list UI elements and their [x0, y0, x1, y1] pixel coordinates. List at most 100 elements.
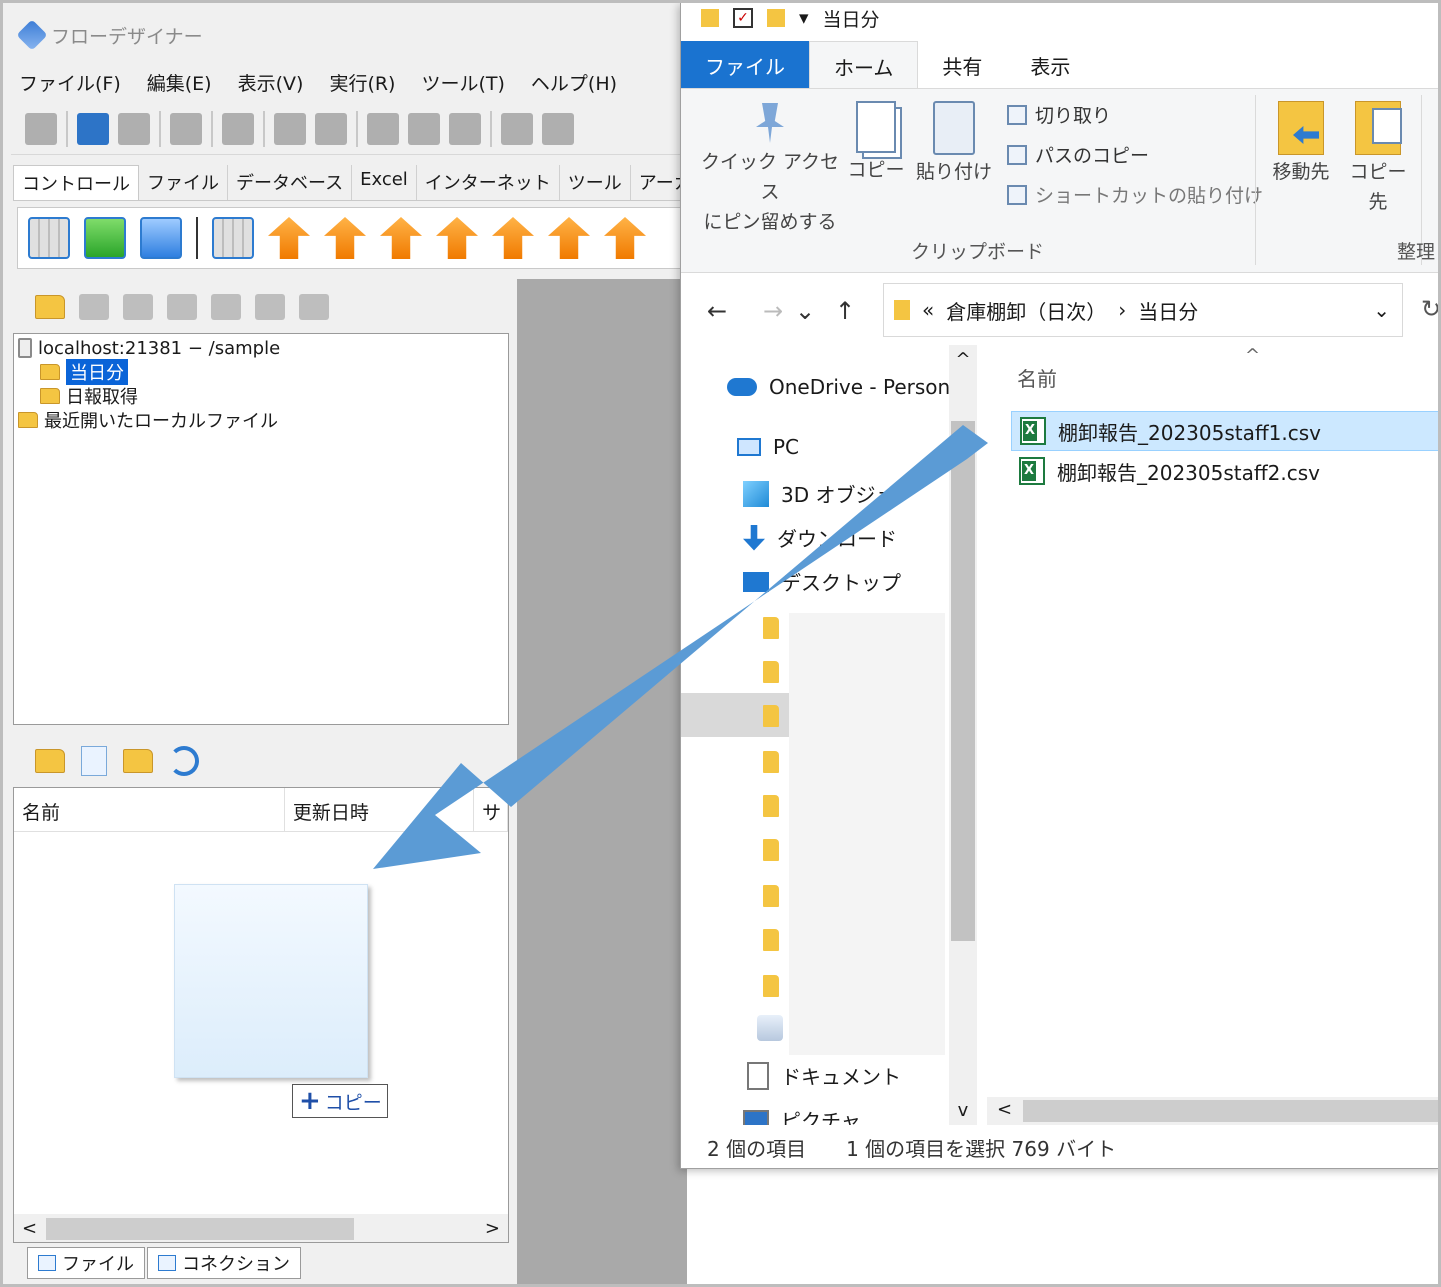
breadcrumb-current[interactable]: 当日分	[1138, 296, 1198, 325]
nav-onedrive[interactable]: OneDrive - Persona	[727, 375, 953, 399]
folder-icon[interactable]	[763, 617, 779, 639]
compile-all-icon[interactable]	[255, 294, 285, 320]
tab-home[interactable]: ホーム	[809, 41, 919, 88]
tree-row-daily[interactable]: 日報取得	[18, 384, 504, 408]
drive-icon[interactable]	[757, 1015, 783, 1041]
column-name[interactable]: 名前	[14, 788, 285, 831]
new-project-icon[interactable]	[79, 294, 109, 320]
folder-icon[interactable]	[763, 795, 779, 817]
redo-icon[interactable]	[315, 112, 347, 145]
scroll-right-icon[interactable]: >	[485, 1218, 500, 1239]
refresh-button[interactable]: ↻	[1421, 295, 1438, 323]
tree-icon[interactable]	[211, 294, 241, 320]
save-all-icon[interactable]	[118, 112, 150, 145]
menu-tools[interactable]: ツール(T)	[419, 67, 506, 98]
tab-file[interactable]: ファイル	[139, 165, 228, 200]
folder-icon[interactable]	[763, 885, 779, 907]
remove-icon[interactable]	[299, 294, 329, 320]
menu-help[interactable]: ヘルプ(H)	[529, 67, 619, 98]
new-file-icon[interactable]	[81, 746, 107, 776]
navigation-scrollbar[interactable]: ^ v	[949, 345, 977, 1125]
tab-share[interactable]: 共有	[918, 41, 1006, 88]
menu-edit[interactable]: 編集(E)	[145, 67, 214, 98]
recent-locations-button[interactable]: ⌄	[793, 297, 817, 325]
string-branch-icon[interactable]	[324, 217, 366, 259]
pin-quick-access-button[interactable]: クイック アクセス にピン留めする	[695, 89, 845, 237]
breadcrumb-parent[interactable]: 倉庫棚卸（日次）	[946, 296, 1106, 325]
breadcrumb-separator[interactable]: ›	[1118, 298, 1126, 322]
forward-button[interactable]: →	[753, 297, 793, 325]
nav-desktop[interactable]: デスクトップ	[743, 567, 901, 596]
copy-path-button[interactable]: パスのコピー	[1007, 141, 1149, 168]
folder-icon[interactable]	[763, 661, 779, 683]
nav-pc[interactable]: PC	[737, 435, 799, 459]
new-folder-icon[interactable]	[767, 9, 785, 27]
file-list[interactable]: 名前 更新日時 サ + コピー < >	[13, 787, 509, 1243]
compile-icon[interactable]	[501, 112, 533, 145]
property-icon[interactable]	[222, 112, 254, 145]
regex-branch-icon[interactable]	[380, 217, 422, 259]
tab-control[interactable]: コントロール	[13, 165, 139, 200]
address-dropdown-icon[interactable]: ⌄	[1373, 298, 1390, 322]
server-icon[interactable]	[25, 112, 57, 145]
undo-icon[interactable]	[274, 112, 306, 145]
qat-dropdown-icon[interactable]: ▾	[799, 7, 809, 29]
tree-row-server[interactable]: localhost:21381 − /sample	[18, 336, 504, 360]
paste-shortcut-button[interactable]: ショートカットの貼り付け	[1007, 181, 1263, 208]
open-folder-icon[interactable]	[35, 295, 65, 319]
file-row-staff2[interactable]: 棚卸報告_202305staff2.csv	[1011, 451, 1438, 491]
checkbox-icon[interactable]: ✓	[733, 8, 753, 28]
tab-files[interactable]: ファイル	[27, 1247, 145, 1279]
tab-view[interactable]: 表示	[1006, 41, 1094, 88]
new-folder-icon[interactable]	[35, 749, 65, 773]
folder-icon[interactable]	[763, 705, 779, 727]
start-component-icon[interactable]	[84, 217, 126, 259]
copy-button[interactable]: コピー	[845, 89, 907, 185]
copy-icon[interactable]	[408, 112, 440, 145]
file-view[interactable]: ^ 名前 棚卸報告_202305staff1.csv 棚卸報告_202305st…	[987, 345, 1438, 1125]
file-row-staff1[interactable]: 棚卸報告_202305staff1.csv	[1011, 411, 1438, 451]
folder-icon[interactable]	[763, 839, 779, 861]
cut-button[interactable]: 切り取り	[1007, 101, 1111, 128]
refresh-icon[interactable]	[169, 746, 199, 776]
mapper-component-icon[interactable]	[28, 217, 70, 259]
file-view-hscrollbar[interactable]: <	[987, 1097, 1438, 1125]
menu-run[interactable]: 実行(R)	[327, 67, 397, 98]
scroll-down-icon[interactable]: v	[949, 1100, 977, 1121]
paste-button[interactable]: 貼り付け	[913, 89, 995, 187]
column-size[interactable]: サ	[474, 788, 508, 831]
scroll-left-icon[interactable]: <	[22, 1218, 37, 1239]
nav-3d-objects[interactable]: 3D オブジェ	[743, 479, 895, 508]
tab-connections[interactable]: コネクション	[147, 1247, 301, 1279]
cut-icon[interactable]	[367, 112, 399, 145]
tab-excel[interactable]: Excel	[352, 165, 417, 200]
tab-internet[interactable]: インターネット	[416, 165, 560, 200]
menu-view[interactable]: 表示(V)	[236, 67, 306, 98]
breadcrumb-overflow[interactable]: «	[922, 298, 934, 322]
tab-database[interactable]: データベース	[228, 165, 353, 200]
priority-component-icon[interactable]	[548, 217, 590, 259]
column-modified[interactable]: 更新日時	[285, 788, 475, 831]
loop-component-icon[interactable]	[604, 217, 646, 259]
tab-tools[interactable]: ツール	[559, 165, 631, 200]
column-name[interactable]: 名前	[1017, 363, 1057, 392]
nav-documents[interactable]: ドキュメント	[747, 1061, 901, 1090]
branch-component-icon[interactable]	[268, 217, 310, 259]
scroll-left-icon[interactable]: <	[997, 1099, 1012, 1120]
editor-canvas[interactable]	[517, 279, 687, 1284]
up-button[interactable]: ↑	[825, 297, 865, 325]
tab-file[interactable]: ファイル	[681, 41, 809, 88]
scroll-thumb[interactable]	[951, 421, 975, 941]
nav-pictures[interactable]: ピクチャ	[743, 1105, 861, 1125]
horizontal-scrollbar[interactable]: < >	[14, 1214, 508, 1242]
folder-icon[interactable]	[763, 929, 779, 951]
scroll-thumb[interactable]	[46, 1218, 354, 1240]
folder-icon[interactable]	[763, 751, 779, 773]
save-icon[interactable]	[77, 112, 109, 145]
scroll-up-icon[interactable]: ^	[949, 349, 977, 370]
binoculars-icon[interactable]	[170, 112, 202, 145]
back-button[interactable]: ←	[697, 297, 737, 325]
address-bar[interactable]: « 倉庫棚卸（日次） › 当日分 ⌄	[883, 283, 1403, 337]
end-component-icon[interactable]	[140, 217, 182, 259]
scroll-thumb[interactable]	[1023, 1100, 1438, 1122]
